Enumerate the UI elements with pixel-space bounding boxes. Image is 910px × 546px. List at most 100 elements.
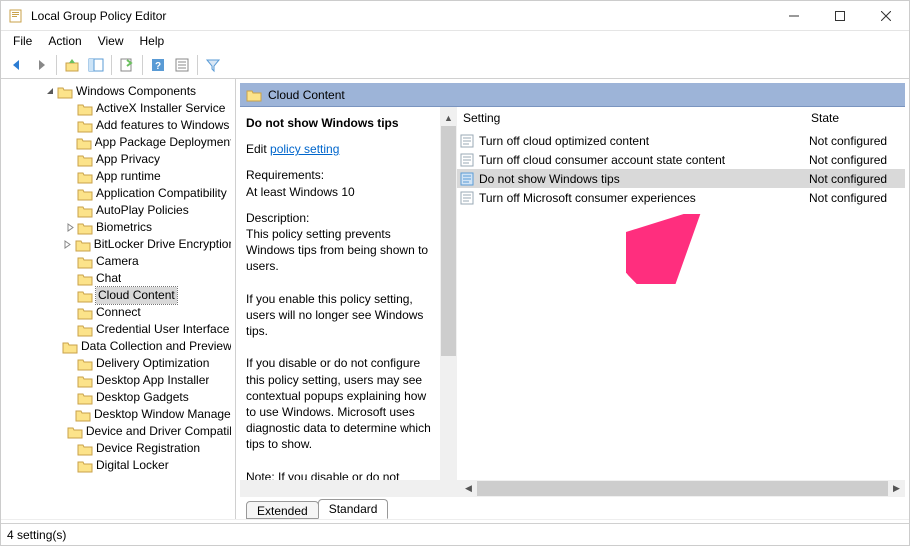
tree-node[interactable]: Desktop Gadgets <box>1 389 235 406</box>
tree-node[interactable]: Application Compatibility <box>1 185 235 202</box>
list-row[interactable]: Do not show Windows tipsNot configured <box>457 169 905 188</box>
edit-policy-link[interactable]: policy setting <box>270 142 339 156</box>
export-button[interactable] <box>115 53 139 77</box>
folder-icon <box>77 187 93 201</box>
category-title: Cloud Content <box>268 88 345 102</box>
tree-node[interactable]: Digital Locker <box>1 457 235 474</box>
tree-node[interactable]: Connect <box>1 304 235 321</box>
tree-pane[interactable]: Windows Components ActiveX Installer Ser… <box>1 79 236 519</box>
list-header: Setting State <box>457 107 905 131</box>
setting-label: Turn off cloud optimized content <box>479 134 649 148</box>
toolbar-separator <box>56 55 57 75</box>
tree-node[interactable]: App Privacy <box>1 151 235 168</box>
tree-label: BitLocker Drive Encryption <box>94 236 231 253</box>
maximize-button[interactable] <box>817 1 863 31</box>
tree-label: Connect <box>96 304 141 321</box>
app-icon <box>9 8 25 24</box>
tree-node[interactable]: ActiveX Installer Service <box>1 100 235 117</box>
folder-icon <box>62 340 78 354</box>
tree-node[interactable]: Biometrics <box>1 219 235 236</box>
folder-icon <box>246 88 262 102</box>
tree-node[interactable]: Delivery Optimization <box>1 355 235 372</box>
column-header-state[interactable]: State <box>805 107 905 131</box>
minimize-button[interactable] <box>771 1 817 31</box>
folder-icon <box>75 408 91 422</box>
menu-help[interactable]: Help <box>132 32 173 50</box>
properties-button[interactable] <box>170 53 194 77</box>
tree-label: Desktop Gadgets <box>96 389 189 406</box>
scroll-up-icon[interactable]: ▲ <box>441 109 456 126</box>
tree-node[interactable]: Cloud Content <box>1 287 235 304</box>
tree-node[interactable]: Desktop Window Manager <box>1 406 235 423</box>
setting-label: Turn off cloud consumer account state co… <box>479 153 725 167</box>
tree-node[interactable]: Credential User Interface <box>1 321 235 338</box>
tree-node[interactable]: BitLocker Drive Encryption <box>1 236 235 253</box>
folder-icon <box>57 85 73 99</box>
toolbar-separator <box>197 55 198 75</box>
edit-label: Edit <box>246 142 267 156</box>
tree-node[interactable]: Device and Driver Compatibility <box>1 423 235 440</box>
policy-icon <box>459 133 475 149</box>
folder-icon <box>76 136 92 150</box>
tree-label: Add features to Windows <box>96 117 229 134</box>
tree-node[interactable]: Device Registration <box>1 440 235 457</box>
tree-node-parent[interactable]: Windows Components <box>1 83 235 100</box>
description-text: Note: If you disable or do not configure… <box>246 469 432 480</box>
folder-icon <box>77 306 93 320</box>
list-row[interactable]: Turn off Microsoft consumer experiencesN… <box>457 188 905 207</box>
tree-label: Cloud Content <box>96 287 177 304</box>
tree-node[interactable]: Chat <box>1 270 235 287</box>
forward-button[interactable] <box>29 53 53 77</box>
description-label: Description: <box>246 211 309 225</box>
column-header-setting[interactable]: Setting <box>457 107 805 131</box>
folder-icon <box>77 289 93 303</box>
scroll-thumb[interactable] <box>477 481 888 496</box>
window-title: Local Group Policy Editor <box>31 9 771 23</box>
list-row[interactable]: Turn off cloud consumer account state co… <box>457 150 905 169</box>
scroll-left-icon[interactable]: ◀ <box>460 481 477 496</box>
expand-icon[interactable] <box>61 240 75 249</box>
back-button[interactable] <box>5 53 29 77</box>
tree-label: App Privacy <box>96 151 160 168</box>
window-controls <box>771 1 909 31</box>
collapse-icon[interactable] <box>43 87 57 96</box>
description-text: If you enable this policy setting, users… <box>246 291 432 340</box>
tree-node[interactable]: Data Collection and Preview Builds <box>1 338 235 355</box>
tree-node[interactable]: Desktop App Installer <box>1 372 235 389</box>
menu-action[interactable]: Action <box>40 32 89 50</box>
view-tabs: Extended Standard <box>240 497 905 519</box>
up-button[interactable] <box>60 53 84 77</box>
expand-icon[interactable] <box>63 223 77 232</box>
show-hide-tree-button[interactable] <box>84 53 108 77</box>
folder-icon <box>77 357 93 371</box>
menu-file[interactable]: File <box>5 32 40 50</box>
requirements-text: At least Windows 10 <box>246 185 355 199</box>
list-row[interactable]: Turn off cloud optimized content Not conf… <box>457 131 905 150</box>
tree-node[interactable]: Add features to Windows <box>1 117 235 134</box>
folder-icon <box>67 425 83 439</box>
list-horizontal-scrollbar[interactable]: ◀ ▶ <box>240 480 905 497</box>
scroll-thumb[interactable] <box>441 126 456 356</box>
menubar: File Action View Help <box>1 31 909 51</box>
tree-node[interactable]: Camera <box>1 253 235 270</box>
tree-node[interactable]: AutoPlay Policies <box>1 202 235 219</box>
help-button[interactable]: ? <box>146 53 170 77</box>
description-text: This policy setting prevents Windows tip… <box>246 227 428 273</box>
status-text: 4 setting(s) <box>7 528 66 542</box>
tree-label: Chat <box>96 270 121 287</box>
tree-label: App runtime <box>96 168 161 185</box>
selected-setting-name: Do not show Windows tips <box>246 115 432 131</box>
tree-node[interactable]: App Package Deployment <box>1 134 235 151</box>
close-button[interactable] <box>863 1 909 31</box>
menu-view[interactable]: View <box>90 32 132 50</box>
tab-extended[interactable]: Extended <box>246 501 319 519</box>
tree-node[interactable]: App runtime <box>1 168 235 185</box>
description-scrollbar[interactable]: ▲ <box>440 107 457 480</box>
setting-state: Not configured <box>805 134 905 148</box>
tab-standard[interactable]: Standard <box>318 499 389 519</box>
scroll-right-icon[interactable]: ▶ <box>888 481 905 496</box>
setting-label: Turn off Microsoft consumer experiences <box>479 191 696 205</box>
filter-button[interactable] <box>201 53 225 77</box>
folder-icon <box>77 119 93 133</box>
detail-row: Do not show Windows tips Edit policy set… <box>240 107 905 480</box>
